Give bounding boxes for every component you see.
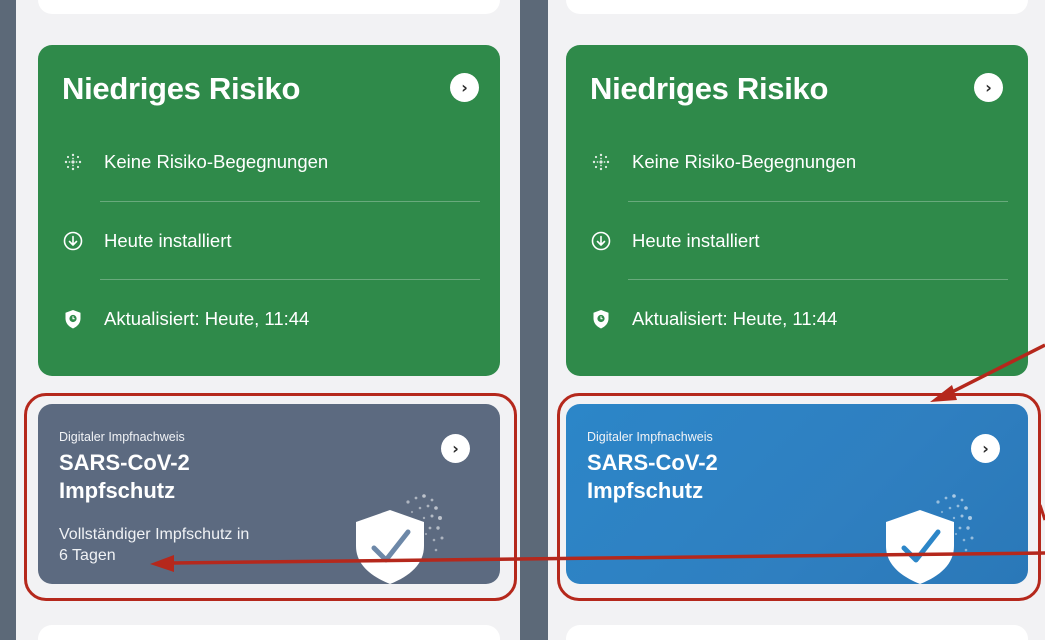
next-card-edge (566, 625, 1028, 640)
risk-row-label: Heute installiert (104, 230, 232, 251)
annotation-outline-left (24, 393, 517, 601)
risk-row-label: Aktualisiert: Heute, 11:44 (104, 308, 310, 329)
risk-row-encounters: Keine Risiko-Begegnungen (58, 123, 480, 201)
screen-divider (0, 0, 16, 640)
risk-row-label: Heute installiert (632, 230, 760, 251)
risk-row-updated: Aktualisiert: Heute, 11:44 (586, 280, 1008, 358)
risk-title: Niedriges Risiko (590, 71, 829, 106)
risk-card[interactable]: Niedriges Risiko › Keine Risiko-Begegnun… (566, 45, 1028, 376)
previous-card-edge (566, 0, 1028, 14)
risk-row-installed: Heute installiert (586, 202, 1008, 280)
risk-row-encounters: Keine Risiko-Begegnungen (586, 123, 1008, 201)
annotation-outline-right (557, 393, 1041, 601)
risk-title: Niedriges Risiko (62, 71, 301, 106)
risk-card[interactable]: Niedriges Risiko › Keine Risiko-Begegnun… (38, 45, 500, 376)
shield-clock-icon (590, 308, 612, 330)
risk-row-updated: Aktualisiert: Heute, 11:44 (58, 280, 480, 358)
screen-divider (520, 0, 548, 640)
risk-card-chevron-icon[interactable]: › (450, 73, 479, 102)
next-card-edge (38, 625, 500, 640)
exposure-icon (62, 151, 84, 173)
download-icon (62, 230, 84, 252)
exposure-icon (590, 151, 612, 173)
risk-card-chevron-icon[interactable]: › (974, 73, 1003, 102)
download-icon (590, 230, 612, 252)
risk-row-installed: Heute installiert (58, 202, 480, 280)
risk-row-label: Keine Risiko-Begegnungen (104, 151, 329, 172)
risk-row-label: Keine Risiko-Begegnungen (632, 151, 857, 172)
shield-clock-icon (62, 308, 84, 330)
previous-card-edge (38, 0, 500, 14)
risk-row-label: Aktualisiert: Heute, 11:44 (632, 308, 838, 329)
